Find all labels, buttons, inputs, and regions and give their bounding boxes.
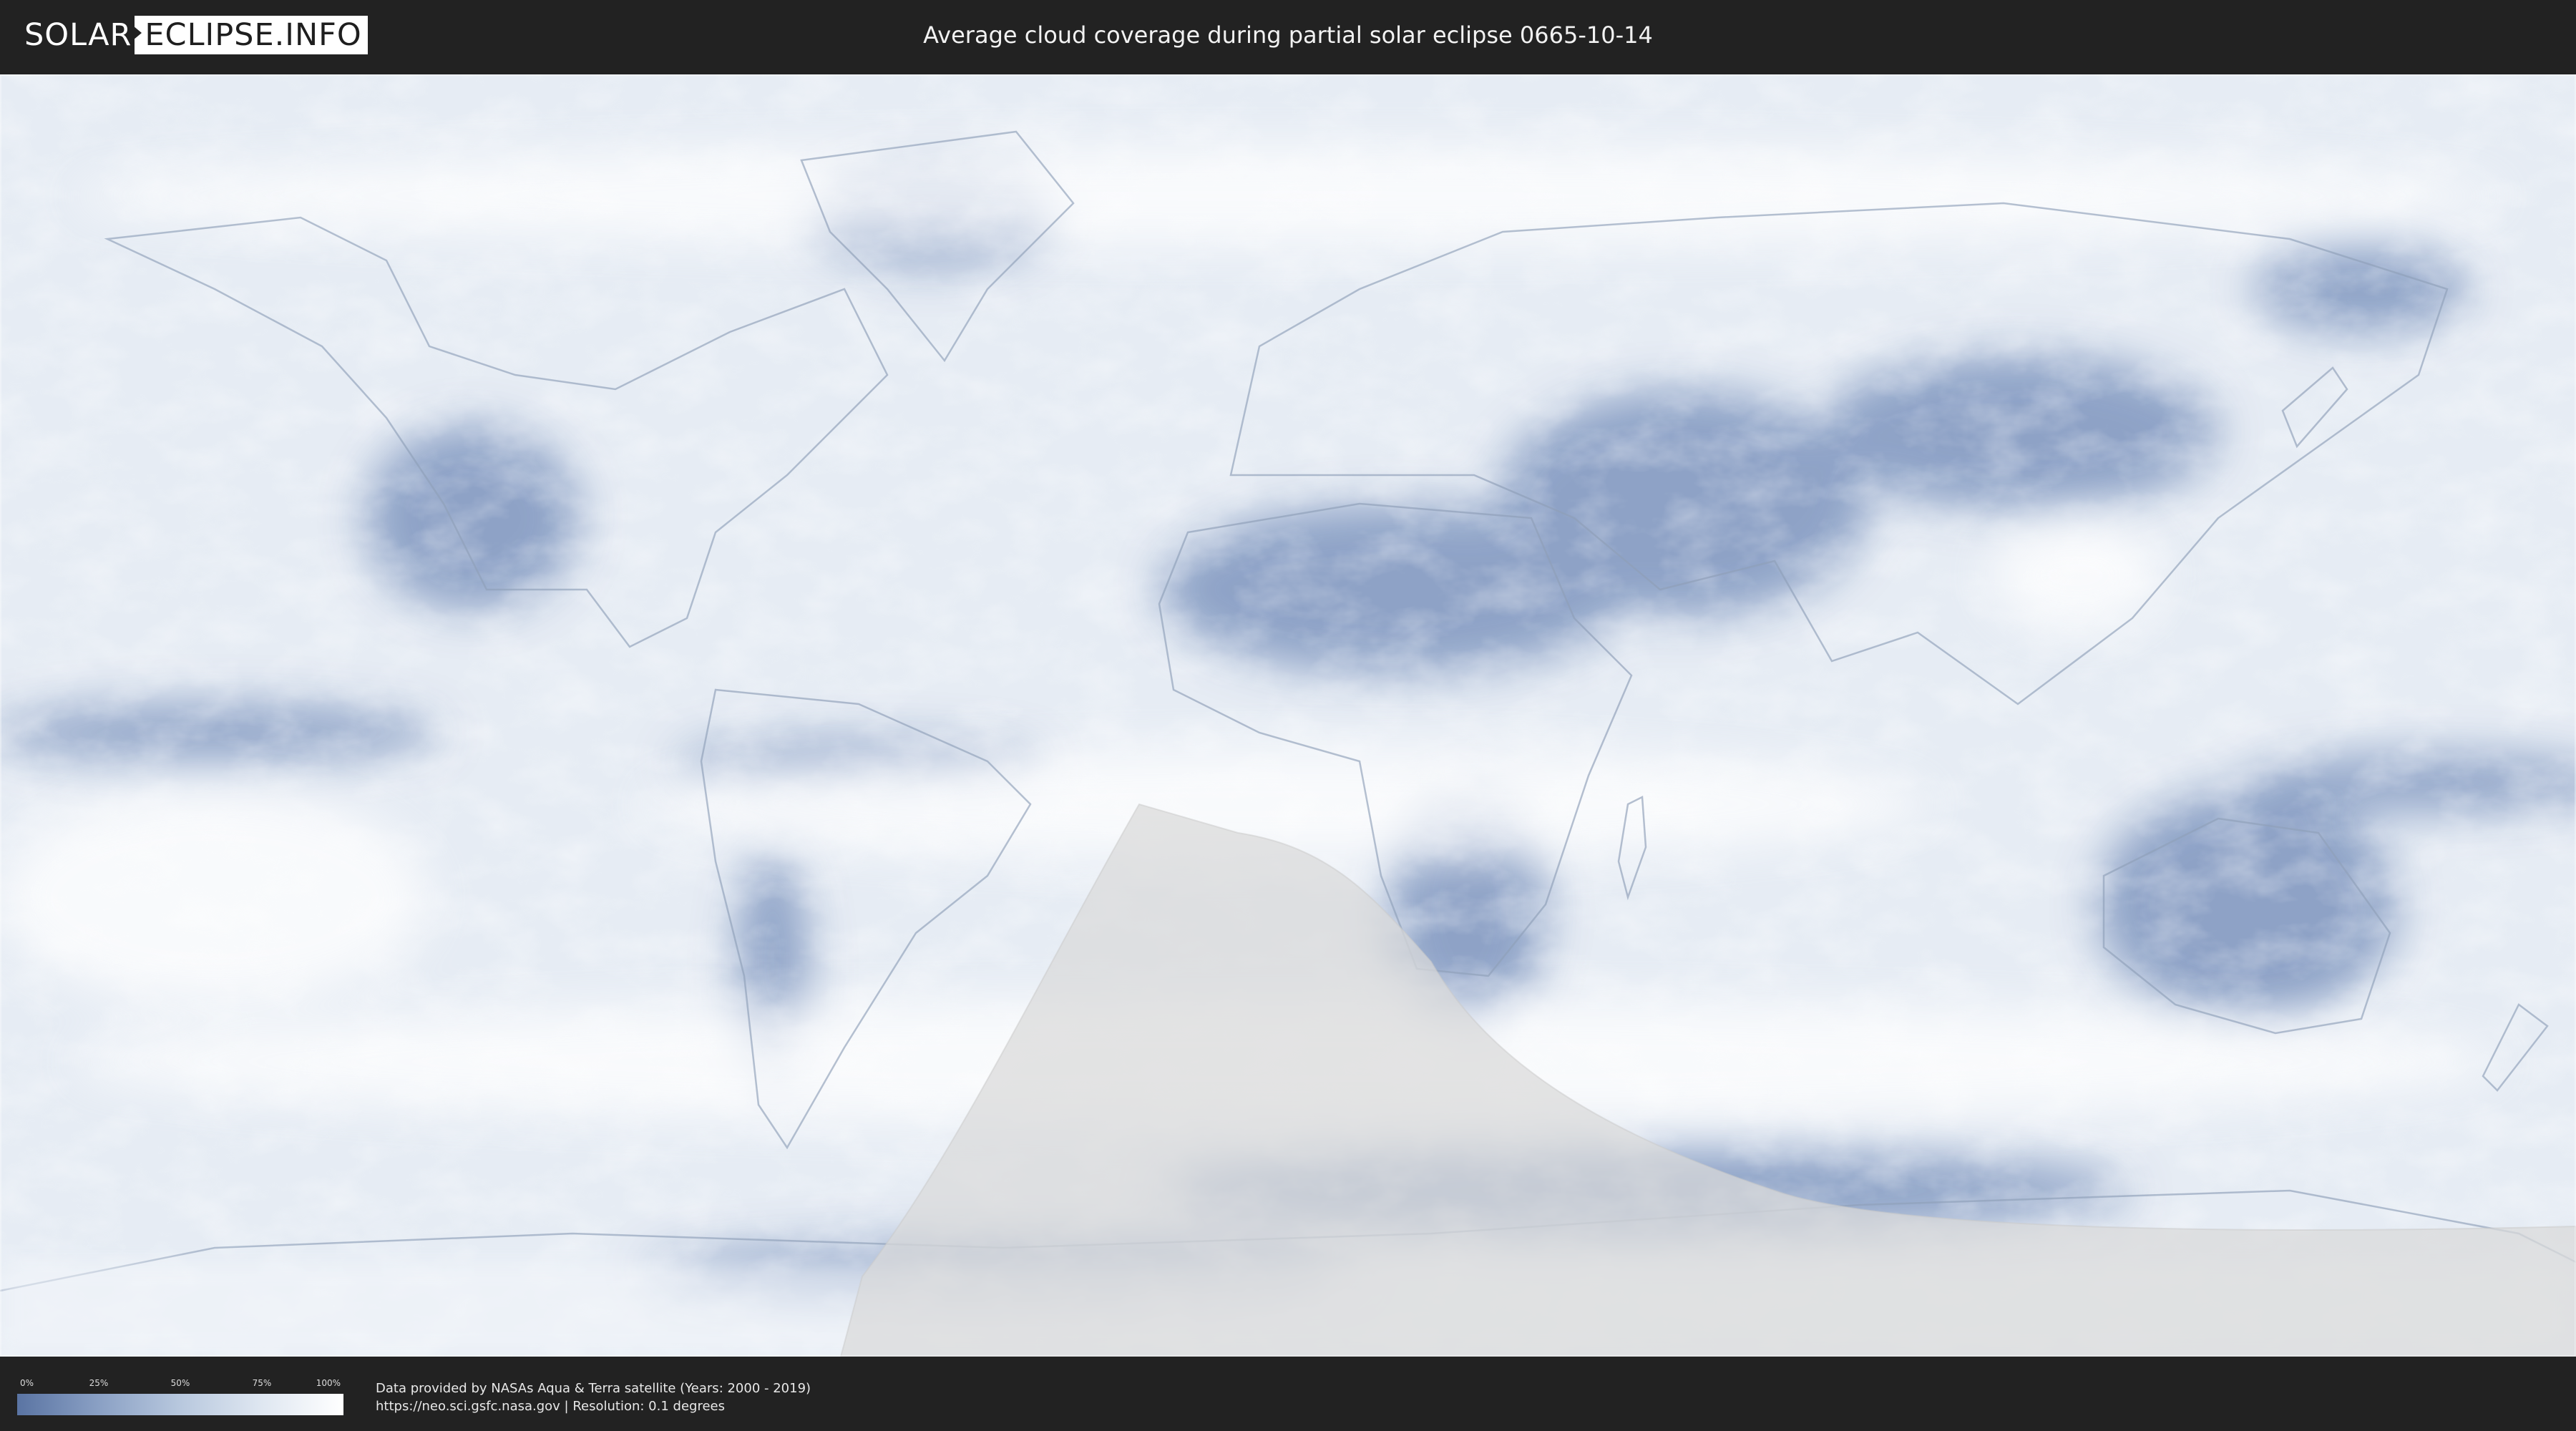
page-title: Average cloud coverage during partial so… <box>923 21 1653 49</box>
legend-tick-75: 75% <box>252 1378 272 1388</box>
footer-bar: 0% 25% 50% 75% 100% Data provided by NAS… <box>0 1359 2576 1431</box>
credits-line-source: Data provided by NASAs Aqua & Terra sate… <box>376 1381 811 1396</box>
legend-tick-50: 50% <box>170 1378 190 1388</box>
legend-tick-100: 100% <box>316 1378 341 1388</box>
legend-color-bar <box>17 1394 343 1415</box>
map-canvas <box>0 74 2576 1357</box>
header-bar: SOLAR ECLIPSE.INFO Average cloud coverag… <box>0 0 2576 72</box>
data-credits: Data provided by NASAs Aqua & Terra sate… <box>376 1379 811 1415</box>
credits-line-url[interactable]: https://neo.sci.gsfc.nasa.gov | Resoluti… <box>376 1397 811 1415</box>
legend-tick-0: 0% <box>20 1378 34 1388</box>
legend-tick-25: 25% <box>89 1378 109 1388</box>
cloud-coverage-map <box>0 74 2576 1357</box>
